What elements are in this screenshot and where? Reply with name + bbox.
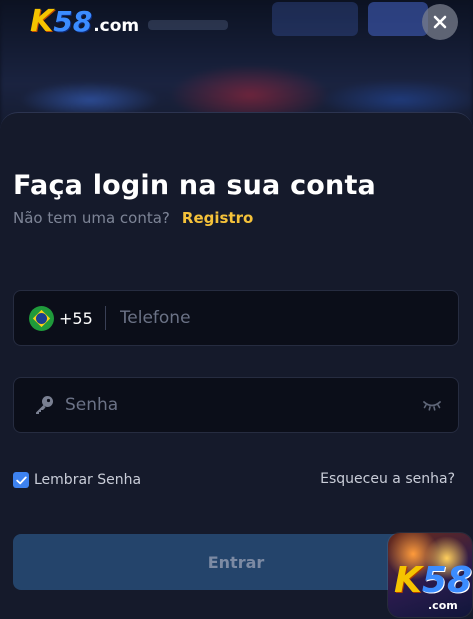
close-button[interactable] [422, 4, 458, 40]
country-code: +55 [59, 308, 93, 328]
key-icon [33, 394, 55, 416]
register-link[interactable]: Registro [182, 209, 253, 227]
app-icon-domain: .com [428, 599, 458, 612]
page-title: Faça login na sua conta [13, 170, 376, 201]
logo-number: 58 [53, 5, 93, 38]
signup-prompt-text: Não tem uma conta? [13, 209, 170, 227]
country-code-selector[interactable]: +55 [14, 291, 105, 345]
app-icon[interactable]: K58 .com [388, 533, 472, 617]
password-input[interactable] [55, 378, 422, 432]
app-icon-logo: K58 [394, 561, 472, 601]
phone-field: +55 [13, 290, 459, 346]
check-icon [15, 476, 27, 484]
signup-prompt: Não tem uma conta? Registro [13, 209, 253, 227]
site-logo: K 58 .com [30, 5, 139, 39]
password-field [13, 377, 459, 433]
eye-closed-icon[interactable] [422, 399, 442, 411]
phone-input[interactable] [105, 291, 458, 345]
logo-k: K [30, 4, 54, 39]
background-button [368, 2, 428, 36]
app-icon-k: K [394, 560, 422, 601]
logo-domain: .com [93, 16, 140, 36]
close-icon [433, 15, 447, 29]
brazil-flag-icon [29, 305, 54, 331]
remember-checkbox[interactable] [13, 472, 29, 488]
background-button [272, 2, 358, 36]
remember-password[interactable]: Lembrar Senha [13, 472, 141, 488]
background-text [148, 20, 228, 30]
forgot-password-link[interactable]: Esqueceu a senha? [320, 471, 455, 487]
remember-label: Lembrar Senha [34, 472, 142, 488]
app-icon-number: 58 [421, 560, 472, 601]
